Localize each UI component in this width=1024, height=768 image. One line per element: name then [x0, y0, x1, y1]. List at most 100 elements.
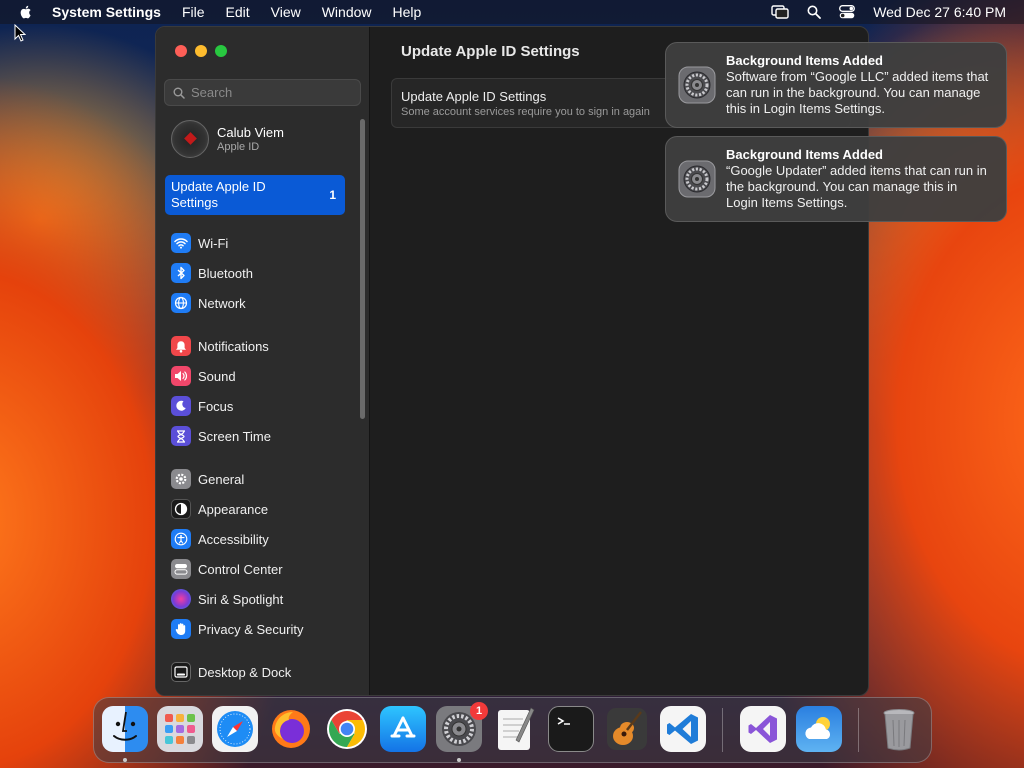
account-name: Calub Viem [217, 125, 284, 140]
menu-datetime[interactable]: Wed Dec 27 6:40 PM [873, 4, 1006, 20]
dock-app-app-store[interactable] [380, 706, 426, 752]
spotlight-search-icon[interactable] [807, 5, 822, 19]
dock: 1 [93, 697, 932, 763]
sidebar-item-label: Focus [198, 398, 234, 414]
system-settings-gear-icon [678, 160, 716, 198]
zoom-window-button[interactable] [215, 45, 227, 57]
dock-app-garageband[interactable] [604, 706, 650, 752]
sidebar-item-general[interactable]: General [171, 464, 356, 494]
menu-bar: System Settings File Edit View Window He… [0, 0, 1024, 24]
dock-app-firefox[interactable] [268, 706, 314, 752]
sidebar-item-label: Bluetooth [198, 265, 253, 281]
sidebar-scrollbar[interactable] [360, 119, 365, 419]
sidebar-item-focus[interactable]: Focus [171, 391, 356, 421]
sidebar-item-update-apple-id[interactable]: Update Apple ID Settings 1 [165, 175, 345, 215]
menu-app-name[interactable]: System Settings [52, 4, 161, 20]
notification-body: Software from “Google LLC” added items t… [726, 69, 989, 116]
menu-window[interactable]: Window [322, 4, 372, 20]
bell-icon [171, 336, 191, 356]
sidebar: Calub Viem Apple ID Update Apple ID Sett… [156, 27, 370, 695]
dock-app-terminal[interactable] [548, 706, 594, 752]
moon-icon [171, 396, 191, 416]
notification-title: Background Items Added [726, 53, 883, 68]
apple-logo-icon[interactable] [18, 4, 34, 20]
dock-app-vscode[interactable] [660, 706, 706, 752]
sidebar-item-wifi[interactable]: Wi-Fi [171, 228, 356, 258]
dock-app-chrome[interactable] [324, 706, 370, 752]
launchpad-icon [165, 714, 195, 744]
dock-app-launchpad[interactable] [157, 706, 203, 752]
bluetooth-icon [171, 263, 191, 283]
control-center-menu-icon[interactable] [839, 5, 856, 19]
sidebar-group-notifications: Notifications Sound Focus Screen Time [171, 331, 356, 451]
finder-icon [113, 711, 137, 741]
sidebar-item-control-center[interactable]: Control Center [171, 554, 356, 584]
dock-app-textedit[interactable] [492, 706, 538, 752]
siri-icon [171, 589, 191, 609]
minimize-window-button[interactable] [195, 45, 207, 57]
apple-id-account[interactable]: Calub Viem Apple ID [171, 120, 284, 158]
weather-icon [805, 717, 831, 739]
sidebar-group-network: Wi-Fi Bluetooth Network [171, 228, 356, 318]
system-settings-gear-icon [678, 66, 716, 104]
sidebar-item-label: General [198, 471, 245, 487]
notification-body: “Google Updater” added items that can ru… [726, 163, 987, 210]
appearance-icon [171, 499, 191, 519]
textedit-icon [498, 707, 535, 750]
sidebar-item-label: Privacy & Security [198, 621, 304, 637]
dock-app-visual-studio[interactable] [740, 706, 786, 752]
sidebar-item-label: Update Apple ID Settings [171, 179, 266, 210]
page-title: Update Apple ID Settings [401, 43, 580, 60]
dock-app-finder[interactable] [102, 706, 148, 752]
trash-icon [883, 709, 915, 751]
menu-edit[interactable]: Edit [226, 4, 250, 20]
sidebar-item-bluetooth[interactable]: Bluetooth [171, 258, 356, 288]
settings-notification-badge: 1 [470, 702, 488, 720]
screen-mirroring-icon[interactable] [771, 5, 789, 19]
sidebar-item-accessibility[interactable]: Accessibility [171, 524, 356, 554]
wifi-icon [171, 233, 191, 253]
running-indicator [123, 758, 127, 762]
notification-background-items-google-updater[interactable]: Background Items Added “Google Updater” … [665, 136, 1007, 222]
firefox-icon [272, 710, 310, 748]
dock-app-weather[interactable] [796, 706, 842, 752]
sidebar-item-network[interactable]: Network [171, 288, 356, 318]
dock-app-trash[interactable] [876, 706, 922, 752]
sidebar-item-screen-time[interactable]: Screen Time [171, 421, 356, 451]
running-indicator [457, 758, 461, 762]
sidebar-search[interactable] [164, 79, 361, 106]
menu-view[interactable]: View [271, 4, 301, 20]
menu-help[interactable]: Help [393, 4, 422, 20]
window-controls [175, 45, 227, 57]
notification-title: Background Items Added [726, 147, 883, 162]
search-icon [173, 87, 185, 99]
visual-studio-icon [748, 715, 777, 743]
sidebar-group-general: General Appearance Accessibility Control… [171, 464, 356, 644]
sidebar-group-desktop: Desktop & Dock [171, 657, 356, 687]
notification-background-items-google-llc[interactable]: Background Items Added Software from “Go… [665, 42, 1007, 128]
sidebar-item-label: Notifications [198, 338, 269, 354]
dock-divider [858, 708, 859, 752]
search-input[interactable] [191, 85, 351, 100]
accessibility-icon [171, 529, 191, 549]
update-count-badge: 1 [329, 188, 336, 202]
sidebar-item-label: Accessibility [198, 531, 269, 547]
sidebar-item-sound[interactable]: Sound [171, 361, 356, 391]
chrome-icon [327, 709, 367, 749]
sidebar-item-notifications[interactable]: Notifications [171, 331, 356, 361]
hand-icon [171, 619, 191, 639]
sidebar-item-desktop-dock[interactable]: Desktop & Dock [171, 657, 356, 687]
close-window-button[interactable] [175, 45, 187, 57]
menu-file[interactable]: File [182, 4, 205, 20]
account-subtitle: Apple ID [217, 141, 260, 153]
sidebar-item-label: Appearance [198, 501, 269, 517]
sidebar-item-privacy-security[interactable]: Privacy & Security [171, 614, 356, 644]
sidebar-item-appearance[interactable]: Appearance [171, 494, 356, 524]
garageband-icon [607, 708, 647, 750]
dock-divider [722, 708, 723, 752]
dock-app-safari[interactable] [212, 706, 258, 752]
control-center-icon [171, 559, 191, 579]
sidebar-item-label: Screen Time [198, 428, 271, 444]
avatar [171, 120, 209, 158]
sidebar-item-siri-spotlight[interactable]: Siri & Spotlight [171, 584, 356, 614]
